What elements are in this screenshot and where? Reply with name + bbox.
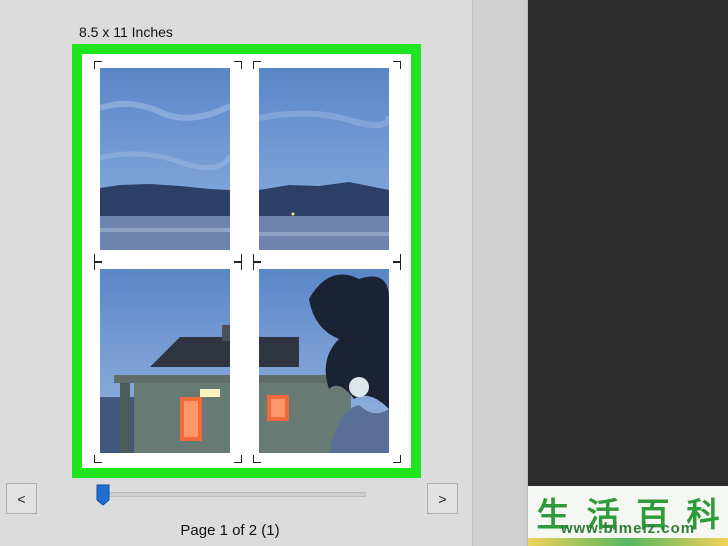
settings-side-panel — [528, 0, 728, 486]
crop-mark — [393, 61, 401, 69]
zoom-slider-thumb[interactable] — [96, 484, 110, 506]
page-indicator: Page 1 of 2 (1) — [180, 522, 280, 539]
watermark-url: www.bimeiz.com — [560, 520, 696, 537]
zoom-slider-track[interactable] — [98, 492, 366, 497]
crop-mark — [393, 455, 401, 463]
crop-mark — [94, 61, 102, 69]
crop-mark — [234, 61, 242, 69]
previous-page-button[interactable]: < — [6, 483, 37, 514]
photo-tile-bottom-left — [100, 269, 230, 453]
pane-divider-strip — [472, 0, 528, 546]
watermark-stripe — [528, 538, 728, 546]
crop-mark — [253, 262, 261, 270]
photo-tile-top-left — [100, 68, 230, 250]
crop-mark — [234, 455, 242, 463]
crop-mark — [393, 254, 401, 262]
crop-mark — [253, 455, 261, 463]
crop-mark — [234, 262, 242, 270]
paper-size-label: 8.5 x 11 Inches — [79, 24, 173, 40]
photo-tile-bottom-right — [259, 269, 389, 453]
crop-mark — [253, 61, 261, 69]
site-watermark: 生 活 百 科 www.bimeiz.com — [528, 486, 728, 546]
crop-mark — [94, 455, 102, 463]
page-preview-paper — [82, 54, 411, 468]
crop-mark — [94, 254, 102, 262]
crop-mark — [234, 254, 242, 262]
crop-mark — [253, 254, 261, 262]
next-page-button[interactable]: > — [427, 483, 458, 514]
photo-tile-top-right — [259, 68, 389, 250]
crop-mark — [94, 262, 102, 270]
crop-mark — [393, 262, 401, 270]
page-preview-highlight — [72, 44, 421, 478]
